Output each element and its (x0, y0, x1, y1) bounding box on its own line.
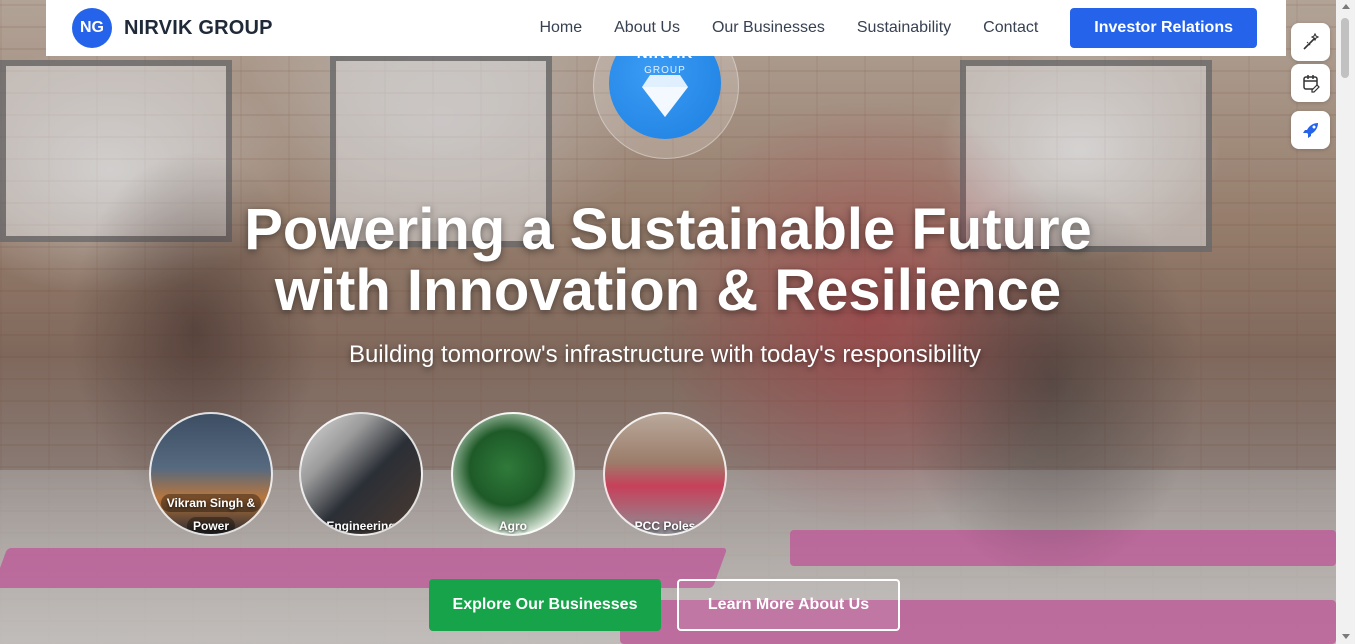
logo-badge[interactable]: NG (72, 8, 112, 48)
brand-name[interactable]: NIRVIK GROUP (124, 17, 273, 40)
explore-businesses-button[interactable]: Explore Our Businesses (429, 579, 661, 631)
calendar-edit-button[interactable] (1291, 64, 1330, 102)
nav-sustainability[interactable]: Sustainability (857, 19, 951, 37)
rocket-icon (1302, 123, 1318, 138)
nav-links: Home About Us Our Businesses Sustainabil… (539, 19, 1038, 37)
hero-subheadline: Building tomorrow's infrastructure with … (348, 341, 982, 368)
business-card-engineering[interactable]: Engineering (299, 412, 423, 536)
scroll-up-arrow[interactable] (1342, 4, 1350, 9)
hero-headline-line2: with Innovation & Resilience (274, 258, 1062, 323)
scroll-thumb[interactable] (1341, 18, 1349, 78)
rocket-button[interactable] (1291, 111, 1330, 149)
learn-more-button[interactable]: Learn More About Us (677, 579, 900, 631)
nav-contact[interactable]: Contact (983, 19, 1038, 37)
scroll-down-arrow[interactable] (1342, 634, 1350, 639)
nav-about-us[interactable]: About Us (614, 19, 680, 37)
business-label: Engineering (326, 519, 396, 533)
business-label: Power (151, 515, 271, 534)
business-label: PCC Poles (634, 519, 696, 533)
magic-wand-button[interactable] (1291, 23, 1330, 61)
diamond-icon (642, 75, 688, 117)
nav-our-businesses[interactable]: Our Businesses (712, 19, 825, 37)
business-card-pcc-poles[interactable]: PCC Poles (603, 412, 727, 536)
hero-headline-line1: Powering a Sustainable Future (244, 197, 1092, 262)
navbar: NG NIRVIK GROUP Home About Us Our Busine… (46, 0, 1286, 56)
investor-relations-button[interactable]: Investor Relations (1070, 8, 1257, 48)
magic-wand-icon (1302, 32, 1319, 50)
business-label: Agro (499, 519, 527, 533)
business-card-agro[interactable]: Agro (451, 412, 575, 536)
business-card-power[interactable]: Vikram Singh & Power (149, 412, 273, 536)
nav-home[interactable]: Home (539, 19, 582, 37)
calendar-edit-icon (1302, 75, 1320, 93)
business-label: Vikram Singh & (151, 492, 271, 515)
page-scrollbar[interactable] (1336, 0, 1355, 644)
